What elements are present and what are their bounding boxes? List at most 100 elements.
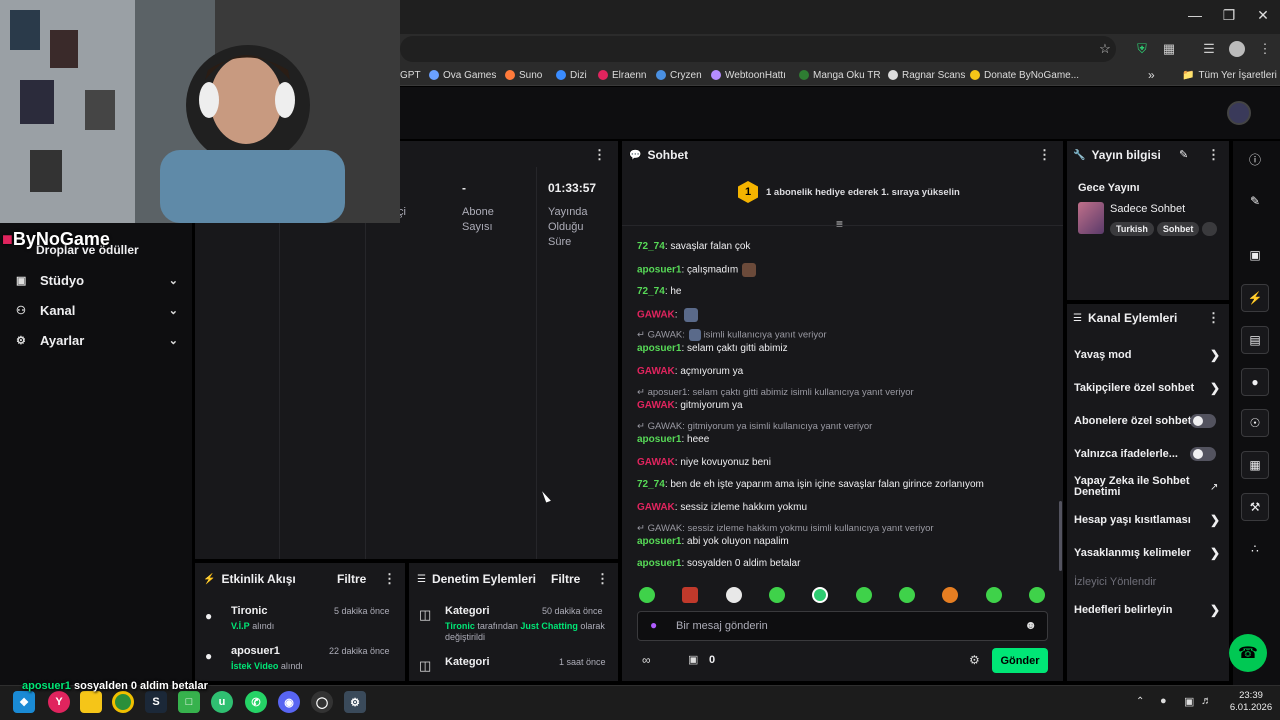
more-options-icon[interactable]: ⋮: [383, 571, 396, 587]
bookmark-item[interactable]: Ragnar Scans: [888, 67, 965, 83]
more-options-icon[interactable]: ⋮: [1207, 147, 1220, 163]
bookmark-item[interactable]: Donate ByNoGame...: [970, 67, 1079, 83]
bookmark-star-icon[interactable]: ☆: [1094, 38, 1116, 60]
notes-icon[interactable]: ▤: [1241, 326, 1269, 354]
emote-icon[interactable]: [639, 587, 655, 603]
send-button[interactable]: Gönder: [992, 648, 1048, 673]
wrench-icon[interactable]: ⚒: [1241, 493, 1269, 521]
moderation-icon[interactable]: ▦: [1241, 451, 1269, 479]
edit-pencil-icon[interactable]: ✎: [1179, 148, 1188, 161]
banned-words-button[interactable]: Yasaklanmış kelimeler ❯: [1074, 546, 1224, 560]
obs-icon[interactable]: ◯: [311, 691, 333, 713]
more-options-icon[interactable]: ⋮: [1038, 147, 1051, 163]
set-goals-button[interactable]: Hedefleri belirleyin ❯: [1074, 603, 1224, 617]
collapse-icon[interactable]: ≡: [836, 217, 843, 231]
chat-title: Sohbet: [647, 148, 689, 162]
bookmark-item[interactable]: Suno: [505, 67, 542, 83]
community-icon[interactable]: ∴: [1241, 535, 1269, 563]
slow-mode-button[interactable]: Yavaş mod ❯: [1074, 348, 1224, 362]
emoji-icon[interactable]: ☻: [1024, 618, 1037, 632]
ai-moderation-link[interactable]: Yapay Zeka ile Sohbet Denetimi: [1074, 476, 1200, 498]
avatar[interactable]: [1227, 101, 1251, 125]
info-icon[interactable]: ⓘ: [1241, 145, 1269, 173]
yandex-browser-icon[interactable]: Y: [48, 691, 70, 713]
toggle-switch[interactable]: [1190, 414, 1216, 428]
edit-pencil-icon[interactable]: ✎: [1241, 187, 1269, 215]
network-icon[interactable]: ▣: [1184, 695, 1194, 708]
whatsapp-icon[interactable]: ✆: [245, 691, 267, 713]
subscribers-only-toggle[interactable]: Abonelere özel sohbet: [1074, 414, 1224, 428]
moderation-filter-button[interactable]: Filtre: [551, 572, 580, 586]
close-icon[interactable]: ✕: [1246, 0, 1280, 30]
bookmark-item[interactable]: WebtoonHattı: [711, 67, 786, 83]
profile-icon[interactable]: [1226, 38, 1248, 60]
emote-icon[interactable]: [1029, 587, 1045, 603]
chat-input[interactable]: ● Bir mesaj gönderin ☻: [637, 611, 1048, 641]
file-explorer-icon[interactable]: [80, 691, 102, 713]
emote-icon[interactable]: [899, 587, 915, 603]
bookmarks-folder[interactable]: 📁 Tüm Yer İşaretleri: [1182, 67, 1277, 83]
emote-icon[interactable]: [986, 587, 1002, 603]
url-input[interactable]: [400, 36, 1116, 62]
chat-scrollbar[interactable]: [1059, 501, 1062, 571]
steam-icon[interactable]: S: [145, 691, 167, 713]
discord-icon[interactable]: ◉: [278, 691, 300, 713]
toggle-switch[interactable]: [1190, 447, 1216, 461]
activity-filter-button[interactable]: Filtre: [337, 572, 366, 586]
tag[interactable]: Turkish: [1110, 222, 1154, 236]
lightning-icon[interactable]: ⚡: [1241, 284, 1269, 312]
category-icon: ◫: [419, 607, 432, 622]
bookmark-item[interactable]: GPT: [400, 67, 421, 83]
chat-message: aposuer1: sosyalden 0 aldim betalar: [637, 558, 801, 569]
volume-icon[interactable]: ♬: [1201, 695, 1212, 707]
bookmark-item[interactable]: Ova Games: [429, 67, 496, 83]
shield-icon[interactable]: ⛨: [1131, 38, 1153, 60]
sidebar-item-channel[interactable]: ⚇ Kanal ⌄: [0, 296, 192, 324]
bookmark-item[interactable]: Cryzen: [656, 67, 702, 83]
tag[interactable]: Sohbet: [1156, 222, 1200, 236]
emote-icon[interactable]: [769, 587, 785, 603]
sidebar-item-settings[interactable]: ⚙ Ayarlar ⌄: [0, 326, 192, 354]
emote-icon[interactable]: [942, 587, 958, 603]
account-age-button[interactable]: Hesap yaşı kısıtlaması ❯: [1074, 513, 1224, 527]
chat-bubble-icon[interactable]: ●: [1241, 368, 1269, 396]
reply-indicator: ↵ GAWAK: gitmiyorum ya isimli kullanıcıy…: [637, 421, 873, 432]
emote-icon[interactable]: [726, 587, 742, 603]
more-options-icon[interactable]: ⋮: [596, 571, 609, 587]
utorrent-icon[interactable]: u: [211, 691, 233, 713]
emote-icon[interactable]: [812, 587, 828, 603]
stream-category[interactable]: Sadece Sohbet: [1110, 203, 1185, 215]
pinned-leaderboard[interactable]: 1 1 abonelik hediye ederek 1. sıraya yük…: [738, 181, 960, 203]
media-queue-icon[interactable]: ☰: [1198, 38, 1220, 60]
community-icon[interactable]: ∞: [642, 653, 651, 667]
extensions-icon[interactable]: ▦: [1158, 38, 1180, 60]
raid-button[interactable]: İzleyici Yönlendir: [1074, 576, 1224, 588]
restore-icon[interactable]: ❐: [1212, 0, 1246, 30]
bookmark-item[interactable]: Elraenn: [598, 67, 646, 83]
headset-help-icon[interactable]: ☎: [1229, 634, 1267, 672]
microphone-icon[interactable]: ●: [650, 618, 657, 632]
browser-menu-icon[interactable]: ⋮: [1254, 38, 1276, 60]
microphone-icon[interactable]: ●: [1160, 695, 1167, 707]
more-options-icon[interactable]: ⋮: [1207, 310, 1220, 326]
bookmark-item[interactable]: Manga Oku TR: [799, 67, 881, 83]
followers-only-button[interactable]: Takipçilere özel sohbet ❯: [1074, 381, 1224, 395]
windows-start-icon[interactable]: ❖: [13, 691, 35, 713]
app-icon[interactable]: □: [178, 691, 200, 713]
bookmark-item[interactable]: Dizi: [556, 67, 587, 83]
more-options-icon[interactable]: ⋮: [593, 147, 606, 163]
clip-icon[interactable]: ▣: [1241, 241, 1269, 269]
external-link-icon[interactable]: ↗: [1210, 482, 1218, 493]
bookmarks-more-button[interactable]: »: [1148, 67, 1155, 83]
broadcast-icon[interactable]: ☉: [1241, 409, 1269, 437]
chrome-icon[interactable]: [112, 691, 134, 713]
emote-icon[interactable]: [856, 587, 872, 603]
emote-icon[interactable]: [682, 587, 698, 603]
chat-settings-gear-icon[interactable]: ⚙: [969, 653, 980, 667]
taskbar-clock[interactable]: 23:39 6.01.2026: [1226, 690, 1276, 714]
sidebar-item-studio[interactable]: ▣ Stüdyo ⌄: [0, 266, 192, 294]
chevron-up-icon[interactable]: ⌃: [1136, 696, 1144, 707]
minimize-icon[interactable]: —: [1178, 0, 1212, 30]
emotes-only-toggle[interactable]: Yalnızca ifadelerle...: [1074, 447, 1224, 461]
settings-gear-icon[interactable]: ⚙: [344, 691, 366, 713]
